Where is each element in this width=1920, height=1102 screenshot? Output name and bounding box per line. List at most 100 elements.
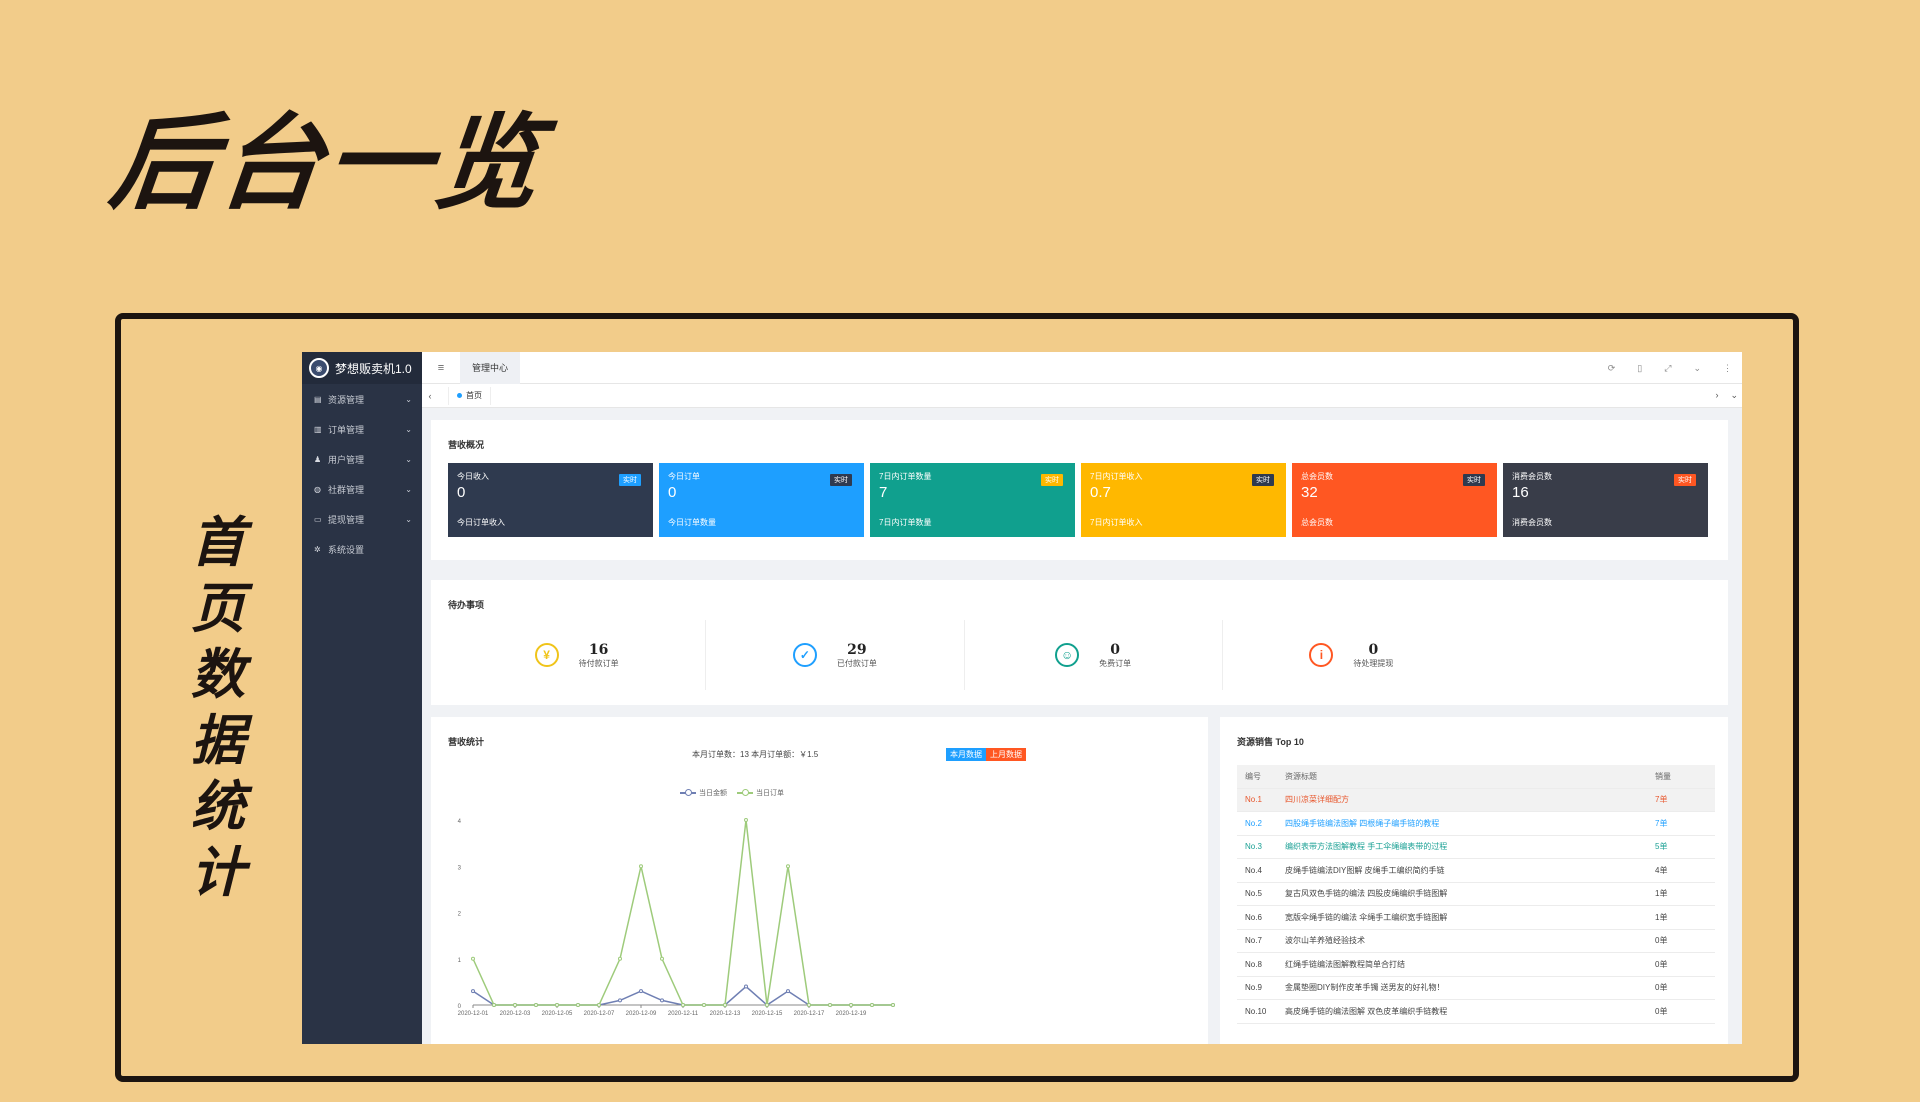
stat-card: 消费会员数 16 消费会员数 实时 [1503,463,1708,537]
tab-home[interactable]: 首页 [448,386,491,405]
chevron-down-icon: ⌄ [405,514,412,524]
data-point [660,998,664,1003]
card-name: 7日内订单数量 [879,472,932,481]
header-sales: 销量 [1655,771,1671,781]
x-tick-label: 2020-12-07 [584,1011,615,1017]
row-title[interactable]: 高皮绳手链的编法图解 双色皮革编织手链教程 [1285,1006,1655,1017]
sidebar-item-label: 提现管理 [328,514,365,525]
tabs-left-icon[interactable]: ‹ [422,391,438,401]
row-no: No.10 [1245,1006,1267,1016]
card-name: 消费会员数 [1512,472,1552,481]
stat-card: 今日订单 0 今日订单数量 实时 [659,463,864,537]
y-tick-label: 1 [458,958,462,964]
card-subtitle: 7日内订单数量 [879,518,932,527]
table-row[interactable]: No.7 波尔山羊养殖经验技术 0单 [1237,930,1715,953]
row-no: No.9 [1245,983,1262,993]
todo-text: 0 免费订单 [1099,642,1131,669]
sidebar-item-label: 资源管理 [328,394,365,405]
table-row[interactable]: No.8 红绳手链编法图解教程简单合打结 0单 [1237,953,1715,977]
row-title[interactable]: 四股绳手链编法图解 四根绳子编手链的教程 [1285,818,1655,829]
tab-admin-center[interactable]: 管理中心 [460,352,521,384]
todo-item[interactable]: ¥ 16 待付款订单 [448,620,707,690]
side-caption: 首页数据统计 [178,510,258,906]
menu-toggle-icon[interactable]: ≡ [422,362,460,374]
chevron-down-icon: ⌄ [405,484,412,494]
topbar: ≡ 管理中心 ⟳ ▯ ⤢ ⌄ ⋮ [422,352,1742,384]
data-point [555,1003,559,1007]
tab-home-label: 首页 [466,391,482,400]
chevron-down-icon: ⌄ [405,394,412,404]
row-title[interactable]: 四川凉菜详细配方 [1285,794,1655,805]
card-subtitle: 7日内订单收入 [1090,518,1143,527]
row-title[interactable]: 宽版伞绳手链的编法 伞绳手工编织宽手链图解 [1285,912,1655,923]
todo-panel: 待办事项 ¥ 16 待付款订单 ✓ 29 已付款订单 ☺ 0 免费订单 i 0 … [431,580,1728,705]
row-no: No.5 [1245,889,1262,899]
card-subtitle: 总会员数 [1301,518,1333,527]
row-sales: 1单 [1655,912,1668,922]
sidebar-item[interactable]: ◍ 社群管理 ⌄ [302,474,422,504]
refresh-icon[interactable]: ⟳ [1608,363,1616,374]
card-name: 今日收入 [457,472,489,481]
card-subtitle: 今日订单收入 [457,518,505,527]
table-row[interactable]: No.6 宽版伞绳手链的编法 伞绳手工编织宽手链图解 1单 [1237,906,1715,930]
card-icon: ▭ [314,514,322,524]
sidebar-item[interactable]: ▥ 订单管理 ⌄ [302,414,422,444]
table-row[interactable]: No.9 金属垫圈DIY制作皮革手镯 送男友的好礼物！ 0单 [1237,977,1715,1000]
todo-item[interactable]: ☺ 0 免费订单 [965,620,1223,690]
row-title[interactable]: 波尔山羊养殖经验技术 [1285,935,1655,946]
stat-card: 7日内订单收入 0.7 7日内订单收入 实时 [1081,463,1286,537]
todo-item[interactable]: ✓ 29 已付款订单 [706,620,965,690]
side-caption-char: 统 [191,775,245,838]
todo-label: 待付款订单 [578,658,619,668]
tabs-right-icon[interactable]: › [1715,390,1718,401]
y-tick-label: 0 [458,1004,462,1010]
data-point [618,956,622,961]
row-sales: 1单 [1655,889,1668,899]
table-row[interactable]: No.2 四股绳手链编法图解 四根绳子编手链的教程 7单 [1237,812,1715,836]
fullscreen-icon[interactable]: ⤢ [1664,363,1671,374]
brand[interactable]: ◉ 梦想贩卖机1.0 [302,352,422,384]
card-name: 总会员数 [1301,472,1333,481]
x-tick-label: 2020-12-11 [668,1011,699,1017]
row-title[interactable]: 红绳手链编法图解教程简单合打结 [1285,959,1655,970]
topbar-actions: ⟳ ▯ ⤢ ⌄ ⋮ [1608,352,1732,384]
chevron-down-icon: ⌄ [405,454,412,464]
sidebar-item[interactable]: ♟ 用户管理 ⌄ [302,444,422,474]
row-sales: 7单 [1655,795,1668,805]
table-row[interactable]: No.5 复古风双色手链的编法 四股皮绳编织手链图解 1单 [1237,883,1715,906]
table-row[interactable]: No.1 四川凉菜详细配方 7单 [1237,788,1715,812]
row-sales: 0单 [1655,959,1668,969]
data-point [513,1003,517,1007]
table-row[interactable]: No.3 编织表带方法图解教程 手工伞绳编表带的过程 5单 [1237,836,1715,859]
sidebar-item[interactable]: ▭ 提现管理 ⌄ [302,504,422,534]
todo-item[interactable]: i 0 待处理提现 [1223,620,1480,690]
todo-label: 待处理提现 [1353,658,1394,668]
row-sales: 0单 [1655,936,1668,946]
table-row[interactable]: No.4 皮绳手链编法DIY图解 皮绳手工编织简约手链 4单 [1237,859,1715,883]
shield-icon: ✓ [792,643,817,667]
yen-icon: ¥ [534,643,559,667]
cart-icon: ▥ [314,424,322,434]
table-row[interactable]: No.10 高皮绳手链的编法图解 双色皮革编织手链教程 0单 [1237,1000,1715,1024]
active-dot-icon [457,393,462,398]
sidebar-item-label: 系统设置 [328,544,365,555]
page-tabs-bar: ‹ 首页 › ⌄ [422,384,1742,408]
todo-text: 29 已付款订单 [837,642,877,669]
realtime-badge: 实时 [1463,474,1485,486]
side-caption-char: 数 [191,643,245,706]
row-no: No.6 [1245,912,1262,922]
tabs-dropdown-icon[interactable]: ⌄ [1730,390,1738,401]
row-title[interactable]: 编织表带方法图解教程 手工伞绳编表带的过程 [1285,841,1655,852]
sidebar-item[interactable]: ✲ 系统设置 [302,534,422,564]
row-title[interactable]: 皮绳手链编法DIY图解 皮绳手工编织简约手链 [1285,865,1655,876]
row-title[interactable]: 金属垫圈DIY制作皮革手镯 送男友的好礼物！ [1285,982,1655,993]
row-title[interactable]: 复古风双色手链的编法 四股皮绳编织手链图解 [1285,888,1655,899]
more-icon[interactable]: ⋮ [1723,363,1732,374]
y-tick-label: 2 [458,912,462,918]
trash-icon[interactable]: ▯ [1637,363,1642,374]
sidebar-item-label: 用户管理 [328,454,365,465]
y-tick-label: 4 [458,819,462,825]
sidebar-item[interactable]: ▤ 资源管理 ⌄ [302,384,422,414]
todo-title: 待办事项 [448,600,485,610]
dropdown-icon[interactable]: ⌄ [1693,363,1701,374]
